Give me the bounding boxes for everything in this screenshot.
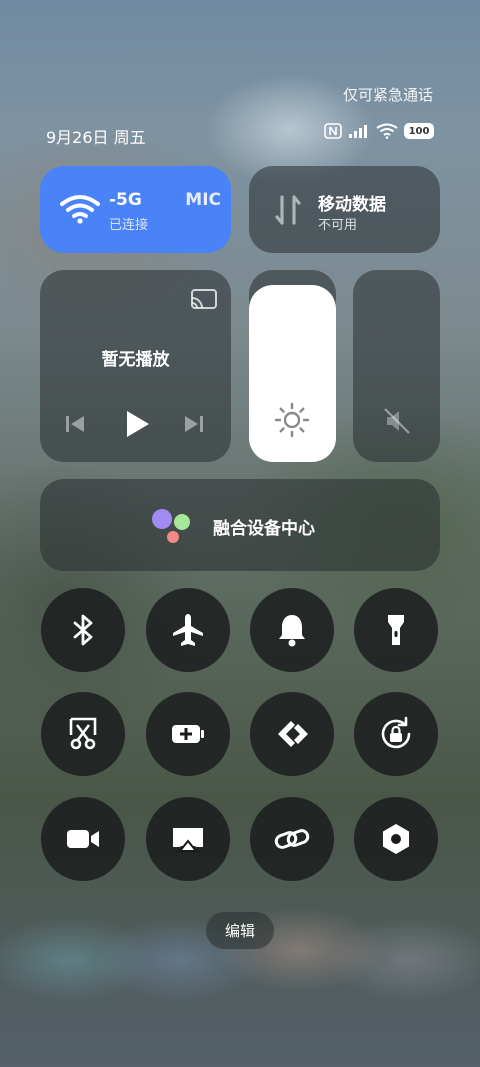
hex-settings-icon: [383, 824, 409, 854]
media-title: 暂无播放: [101, 350, 170, 370]
mobile-data-tile[interactable]: 移动数据 不可用: [249, 166, 440, 253]
bell-icon: [279, 615, 305, 647]
logo-dot-red: [167, 531, 179, 543]
play-icon[interactable]: [123, 409, 151, 439]
battery-saver-toggle[interactable]: [146, 692, 230, 776]
wifi-status-icon: [376, 123, 398, 139]
edit-button[interactable]: 编辑: [206, 912, 274, 949]
scissors-icon: [69, 717, 97, 750]
mobile-data-status: 不可用: [318, 218, 358, 233]
rotation-lock-toggle[interactable]: [354, 692, 438, 776]
wifi-ssid: -5G MIC: [109, 190, 221, 210]
volume-muted-icon: [384, 408, 410, 434]
status-icons: 100: [324, 123, 434, 139]
bluetooth-toggle[interactable]: [41, 588, 125, 672]
battery-plus-icon: [172, 725, 204, 743]
mobile-data-title: 移动数据: [318, 195, 386, 215]
airplane-icon: [173, 614, 203, 646]
airplane-mode-toggle[interactable]: [146, 588, 230, 672]
device-center-tile[interactable]: 融合设备中心: [40, 479, 440, 571]
date-text: 9月26日 周五: [46, 128, 146, 147]
nearby-share-toggle[interactable]: [250, 692, 334, 776]
logo-dot-purple: [152, 509, 172, 529]
wifi-status: 已连接: [109, 218, 149, 233]
settings-toggle[interactable]: [354, 797, 438, 881]
previous-track-icon[interactable]: [64, 414, 86, 434]
screenshot-toggle[interactable]: [41, 692, 125, 776]
link-toggle[interactable]: [250, 797, 334, 881]
wifi-icon: [60, 195, 100, 224]
battery-level: 100: [408, 125, 430, 137]
rotation-lock-icon: [381, 716, 411, 749]
cast-icon[interactable]: [190, 288, 218, 310]
signal-icon: [349, 125, 367, 138]
next-track-icon[interactable]: [183, 414, 205, 434]
volume-slider[interactable]: [353, 270, 440, 462]
nfc-icon: [324, 123, 342, 139]
cast-screen-icon: [173, 828, 203, 852]
flashlight-toggle[interactable]: [354, 588, 438, 672]
wifi-ssid-part-2: MIC: [185, 190, 221, 210]
screen-record-toggle[interactable]: [41, 797, 125, 881]
cast-toggle[interactable]: [146, 797, 230, 881]
wifi-tile[interactable]: -5G MIC 已连接: [40, 166, 231, 253]
device-center-label: 融合设备中心: [213, 519, 315, 539]
link-icon: [274, 829, 310, 849]
brightness-sun-icon: [274, 402, 310, 438]
logo-dot-green: [174, 514, 190, 530]
ring-mode-toggle[interactable]: [250, 588, 334, 672]
brightness-slider[interactable]: [249, 270, 336, 462]
video-camera-icon: [67, 830, 99, 848]
emergency-calls-only-text: 仅可紧急通话: [342, 86, 433, 104]
device-center-logo: [152, 509, 194, 545]
battery-indicator: 100: [404, 123, 434, 139]
flashlight-icon: [388, 615, 404, 645]
wifi-ssid-part-1: -5G: [109, 190, 142, 210]
bluetooth-icon: [73, 614, 93, 646]
mobile-data-icon: [275, 195, 301, 225]
share-arrows-icon: [278, 721, 308, 747]
media-player-tile[interactable]: 暂无播放: [40, 270, 231, 462]
